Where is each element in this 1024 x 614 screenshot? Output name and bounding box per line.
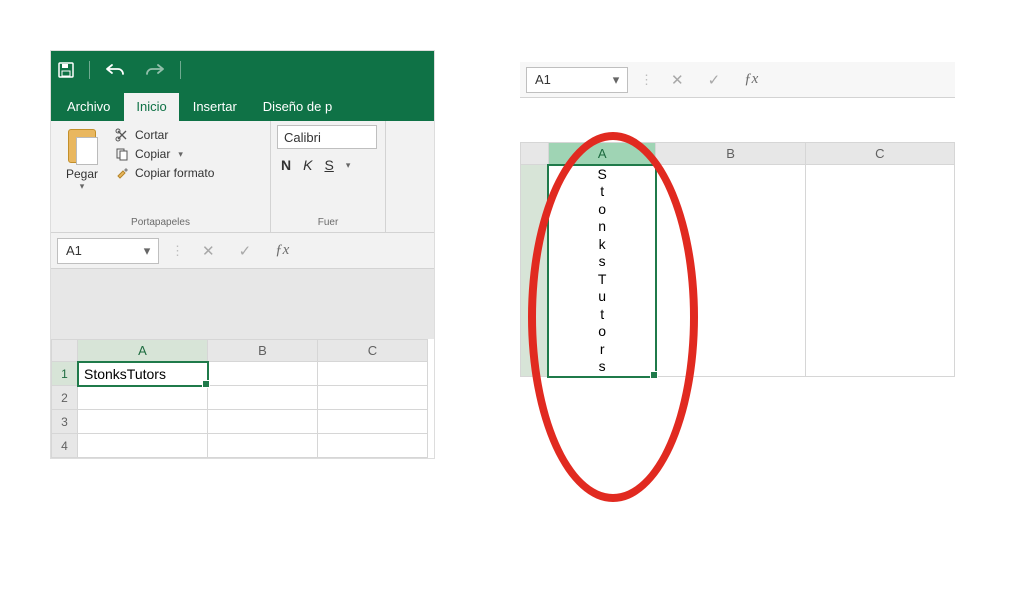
tab-home[interactable]: Inicio (124, 93, 178, 121)
cell-B1[interactable] (656, 165, 805, 377)
column-header-B[interactable]: B (656, 143, 805, 165)
cut-button[interactable]: Cortar (113, 127, 216, 143)
format-painter-label: Copiar formato (135, 166, 214, 180)
copy-icon (115, 147, 129, 161)
italic-button[interactable]: K (303, 157, 312, 173)
formula-bar-row-left: A1 ▾ ⋮ ✕ ✓ ƒx (51, 233, 434, 269)
format-painter-button[interactable]: Copiar formato (113, 165, 216, 181)
column-header-B[interactable]: B (208, 340, 318, 362)
formula-bar-row-right: A1 ▾ ⋮ ✕ ✓ ƒx (520, 62, 955, 98)
excel-window-right: A1 ▾ ⋮ ✕ ✓ ƒx A B C 1 S t o n k s T u t … (520, 62, 955, 378)
name-box-dropdown[interactable]: ▾ (607, 72, 625, 88)
ribbon: Pegar ▾ Cortar Copiar ▾ Copiar (51, 121, 434, 233)
qat-divider (89, 61, 90, 79)
enter-entry-icon[interactable]: ✓ (233, 242, 258, 260)
column-header-A[interactable]: A (548, 143, 656, 165)
copy-label: Copiar (135, 147, 170, 161)
cell-A2[interactable] (78, 386, 208, 410)
tab-insert[interactable]: Insertar (181, 93, 249, 121)
fx-icon[interactable]: ƒx (738, 71, 764, 88)
bold-button[interactable]: N (281, 157, 291, 173)
enter-entry-icon[interactable]: ✓ (702, 71, 727, 89)
cell-B3[interactable] (208, 410, 318, 434)
separator: ⋮ (640, 72, 653, 88)
ribbon-tabstrip: Archivo Inicio Insertar Diseño de p (51, 89, 434, 121)
brush-icon (115, 166, 129, 180)
qat-divider-2 (180, 61, 181, 79)
separator: ⋮ (171, 243, 184, 259)
row-header-4[interactable]: 4 (52, 434, 78, 458)
row-header-2[interactable]: 2 (52, 386, 78, 410)
name-box-left[interactable]: A1 ▾ (57, 238, 159, 264)
scissors-icon (115, 128, 129, 142)
cell-B1[interactable] (208, 362, 318, 386)
cell-C1[interactable] (318, 362, 428, 386)
quick-access-toolbar (51, 51, 434, 89)
column-header-C[interactable]: C (805, 143, 954, 165)
tab-file[interactable]: Archivo (55, 93, 122, 121)
spreadsheet-grid-left[interactable]: A B C 1 StonksTutors 2 3 4 (51, 339, 434, 458)
row-header-1[interactable]: 1 (521, 165, 549, 377)
cancel-entry-icon[interactable]: ✕ (196, 242, 221, 260)
copy-button[interactable]: Copiar ▾ (113, 146, 216, 162)
cell-B4[interactable] (208, 434, 318, 458)
cell-A4[interactable] (78, 434, 208, 458)
name-box-right[interactable]: A1 ▾ (526, 67, 628, 93)
clipboard-icon (64, 127, 100, 167)
grey-spacer (51, 269, 434, 339)
name-box-dropdown[interactable]: ▾ (138, 243, 156, 259)
cell-A1-vertical[interactable]: S t o n k s T u t o r s (548, 165, 656, 377)
ribbon-group-clipboard: Pegar ▾ Cortar Copiar ▾ Copiar (51, 121, 271, 232)
spreadsheet-grid-right[interactable]: A B C 1 S t o n k s T u t o r s (520, 142, 955, 378)
save-icon[interactable] (57, 61, 75, 79)
cancel-entry-icon[interactable]: ✕ (665, 71, 690, 89)
underline-button[interactable]: S (324, 157, 333, 173)
cell-B2[interactable] (208, 386, 318, 410)
undo-icon[interactable] (104, 62, 128, 78)
cell-A1[interactable]: StonksTutors (78, 362, 208, 386)
font-group-label: Fuer (277, 215, 379, 230)
row-header-3[interactable]: 3 (52, 410, 78, 434)
paste-label: Pegar (66, 167, 98, 181)
cell-C1[interactable] (805, 165, 954, 377)
column-header-A[interactable]: A (78, 340, 208, 362)
cut-label: Cortar (135, 128, 168, 142)
font-name-value: Calibri (284, 130, 321, 145)
column-header-C[interactable]: C (318, 340, 428, 362)
paste-button[interactable]: Pegar ▾ (57, 125, 107, 194)
select-all-corner[interactable] (521, 143, 549, 165)
select-all-corner[interactable] (52, 340, 78, 362)
ribbon-group-font: Calibri N K S ▾ Fuer (271, 121, 386, 232)
font-name-select[interactable]: Calibri (277, 125, 377, 149)
tab-design[interactable]: Diseño de p (251, 93, 344, 121)
redo-icon[interactable] (142, 62, 166, 78)
cell-C3[interactable] (318, 410, 428, 434)
cell-A3[interactable] (78, 410, 208, 434)
row-header-1[interactable]: 1 (52, 362, 78, 386)
cell-C2[interactable] (318, 386, 428, 410)
cell-C4[interactable] (318, 434, 428, 458)
fx-icon[interactable]: ƒx (269, 242, 295, 259)
excel-window-left: Archivo Inicio Insertar Diseño de p Pega… (50, 50, 435, 459)
name-box-value: A1 (66, 243, 82, 258)
clipboard-group-label: Portapapeles (57, 215, 264, 230)
name-box-value: A1 (535, 72, 551, 87)
